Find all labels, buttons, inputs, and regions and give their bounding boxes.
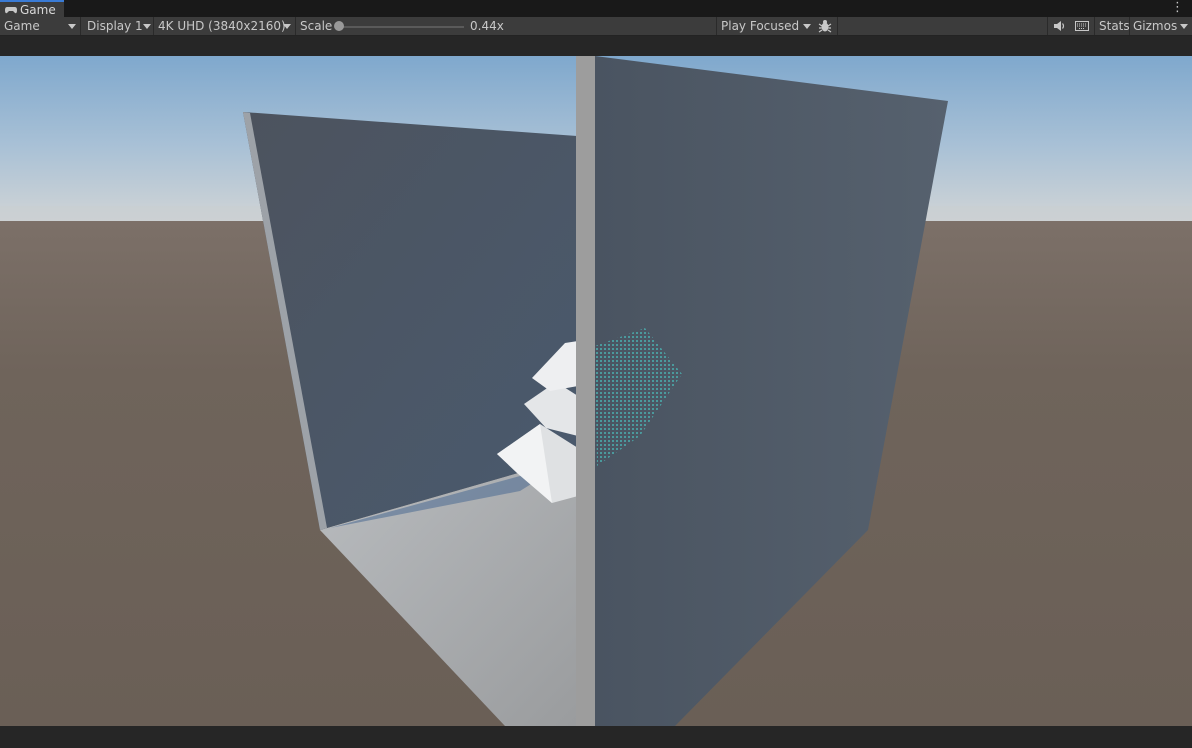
resolution-dropdown[interactable]: 4K UHD (3840x2160) xyxy=(158,17,292,35)
scale-label: Scale xyxy=(300,19,333,33)
display-dropdown-label: Display 1 xyxy=(87,19,143,33)
scale-slider-track[interactable] xyxy=(338,26,464,28)
game-view-render[interactable] xyxy=(0,56,1192,726)
game-toolbar: Game Display 1 4K UHD (3840x2160) Scale … xyxy=(0,17,1192,36)
chevron-down-icon xyxy=(283,24,291,29)
chevron-down-icon xyxy=(143,24,151,29)
display-dropdown[interactable]: Display 1 xyxy=(87,17,151,35)
divider xyxy=(716,17,717,35)
game-tab-label: Game xyxy=(20,2,56,17)
mode-dropdown[interactable]: Game xyxy=(4,17,78,35)
divider xyxy=(1094,17,1095,35)
divider xyxy=(295,17,296,35)
gizmos-label: Gizmos xyxy=(1133,19,1178,33)
chevron-down-icon xyxy=(803,24,811,29)
chevron-down-icon xyxy=(68,24,76,29)
more-vertical-icon[interactable]: ⋮ xyxy=(1171,1,1184,15)
bug-icon[interactable] xyxy=(818,17,832,35)
gamepad-icon xyxy=(5,6,17,13)
divider xyxy=(80,17,81,35)
editor-tab-bar: Game ⋮ xyxy=(0,0,1192,17)
chevron-down-icon xyxy=(1180,24,1188,29)
scene-render xyxy=(0,56,1192,726)
play-mode-dropdown[interactable]: Play Focused xyxy=(721,17,813,35)
keyboard-icon[interactable] xyxy=(1075,17,1089,35)
game-tab[interactable]: Game xyxy=(0,0,64,17)
play-mode-label: Play Focused xyxy=(721,19,800,33)
divider xyxy=(1129,17,1130,35)
letterbox-bottom xyxy=(0,726,1192,748)
resolution-dropdown-label: 4K UHD (3840x2160) xyxy=(158,19,286,33)
divider xyxy=(837,17,838,35)
speaker-icon[interactable] xyxy=(1053,17,1066,35)
divider xyxy=(153,17,154,35)
scale-value: 0.44x xyxy=(470,19,504,33)
scale-slider-handle[interactable] xyxy=(334,21,344,31)
stats-button[interactable]: Stats xyxy=(1099,17,1130,35)
mode-dropdown-label: Game xyxy=(4,19,40,33)
vertical-pillar xyxy=(576,56,595,726)
gizmos-dropdown[interactable]: Gizmos xyxy=(1133,17,1188,35)
divider xyxy=(1047,17,1048,35)
letterbox-top xyxy=(0,36,1192,56)
